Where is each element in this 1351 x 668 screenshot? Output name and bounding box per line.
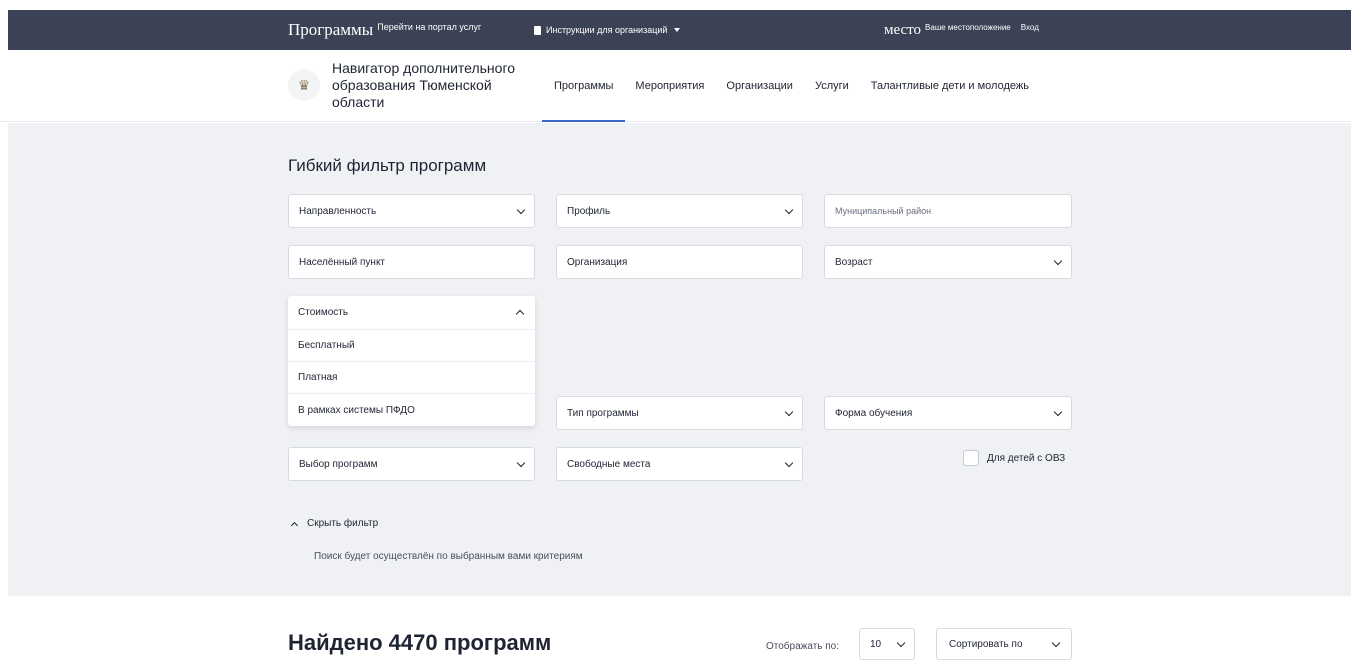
direction-label: Направленность [299,205,377,217]
municipal-district-input[interactable]: Муниципальный район [824,194,1072,228]
age-label: Возраст [835,256,873,268]
portal-link[interactable]: Перейти на портал услуг [377,22,481,32]
chevron-down-icon [784,205,794,215]
chevron-down-icon [1051,638,1061,648]
study-form-label: Форма обучения [835,407,913,419]
filter-title: Гибкий фильтр программ [288,156,487,175]
place-label: место [884,21,922,38]
document-icon [534,25,541,35]
program-choice-select[interactable]: Выбор программ [288,447,535,481]
ovz-checkbox[interactable] [963,450,979,466]
profile-label: Профиль [567,205,611,217]
main-nav: Программы Мероприятия Организации Услуги… [541,50,1051,122]
locality-placeholder: Населённый пункт [299,256,386,268]
sort-select[interactable]: Сортировать по [936,628,1072,660]
cost-option-free[interactable]: Бесплатный [288,330,535,362]
chevron-down-icon [1053,407,1063,417]
per-page-value: 10 [870,638,882,650]
ovz-checkbox-group[interactable]: Для детей с ОВЗ [963,450,1065,466]
cost-dropdown[interactable]: Стоимость Бесплатный Платная В рамках си… [288,296,535,426]
caret-down-icon [674,28,681,32]
program-type-label: Тип программы [567,407,639,419]
cost-label: Стоимость [298,307,349,318]
brand-title[interactable]: Программы [288,20,373,40]
show-by-label: Отображать по: [766,641,840,652]
chevron-up-icon [290,521,299,529]
chevron-down-icon [1053,256,1063,266]
chevron-down-icon [896,638,906,648]
logo[interactable]: ♛ [288,69,320,101]
municipal-placeholder: Муниципальный район [835,206,932,216]
program-choice-label: Выбор программ [299,458,378,470]
nav-organizations[interactable]: Организации [726,50,793,122]
organization-placeholder: Организация [567,256,628,268]
search-note: Поиск будет осуществлён по выбранным вам… [314,551,583,562]
nav-services[interactable]: Услуги [815,50,849,122]
cost-option-paid[interactable]: Платная [288,362,535,394]
nav-programs[interactable]: Программы [541,50,626,122]
nav-events[interactable]: Мероприятия [635,50,704,122]
ovz-label: Для детей с ОВЗ [987,452,1066,464]
eagle-emblem-icon: ♛ [297,76,311,93]
site-header: ♛ Навигатор дополнительного образования … [0,50,1351,122]
cost-select[interactable]: Стоимость [288,296,535,330]
sort-label: Сортировать по [949,638,1023,650]
chevron-down-icon [516,205,526,215]
nav-talented-youth[interactable]: Талантливые дети и молодежь [871,50,1029,122]
top-bar: Программы Перейти на портал услуг Инстру… [8,10,1351,50]
instructions-label: Инструкции для организаций [546,25,668,35]
locality-input[interactable]: Населённый пункт [288,245,535,279]
results-count: Найдено 4470 программ [288,630,552,655]
hide-filter-button[interactable]: Скрыть фильтр [290,518,379,529]
organization-input[interactable]: Организация [556,245,803,279]
chevron-up-icon [515,309,525,319]
free-places-label: Свободные места [567,458,651,470]
cost-option-pfdo[interactable]: В рамках системы ПФДО [288,394,535,426]
login-link[interactable]: Вход [1021,23,1039,32]
location-link[interactable]: Ваше местоположение [925,23,1011,32]
chevron-down-icon [516,458,526,468]
profile-select[interactable]: Профиль [556,194,803,228]
age-select[interactable]: Возраст [824,245,1072,279]
hide-filter-label: Скрыть фильтр [307,518,379,529]
free-places-select[interactable]: Свободные места [556,447,803,481]
program-type-select[interactable]: Тип программы [556,396,803,430]
site-title[interactable]: Навигатор дополнительного образования Тю… [332,60,542,111]
instructions-menu[interactable]: Инструкции для организаций [534,10,681,50]
direction-select[interactable]: Направленность [288,194,535,228]
per-page-select[interactable]: 10 [859,628,915,660]
chevron-down-icon [784,407,794,417]
study-form-select[interactable]: Форма обучения [824,396,1072,430]
chevron-down-icon [784,458,794,468]
